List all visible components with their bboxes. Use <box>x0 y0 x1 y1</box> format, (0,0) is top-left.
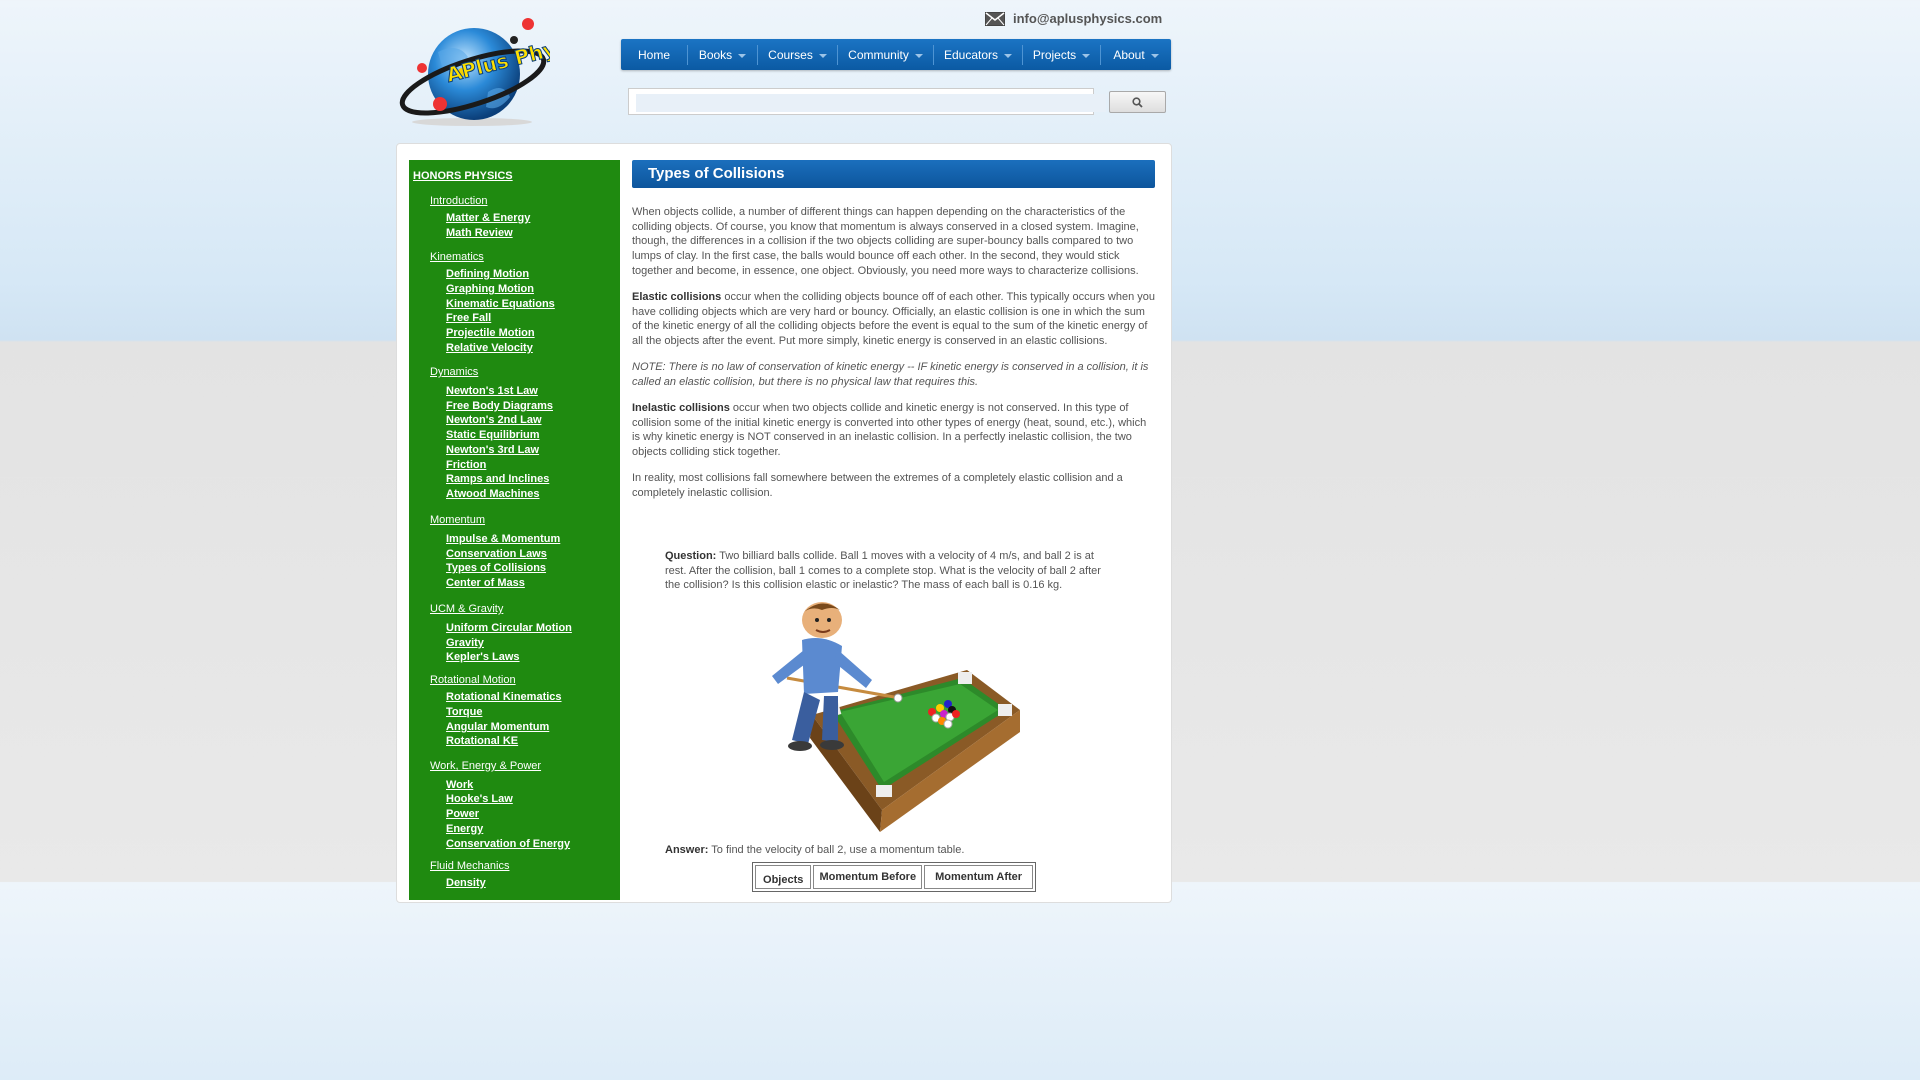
elastic-paragraph: Elastic collisions occur when the collid… <box>632 290 1155 349</box>
note-text: NOTE: There is no law of conservation of… <box>632 361 1149 388</box>
sidebar-title-link[interactable]: HONORS PHYSICS <box>413 170 513 182</box>
nav-home[interactable]: Home <box>621 44 688 65</box>
sidebar-link[interactable]: Newton's 2nd Law <box>446 414 542 426</box>
sidebar-link[interactable]: Conservation Laws <box>446 548 547 560</box>
sidebar-link[interactable]: Uniform Circular Motion <box>446 622 572 634</box>
dropdown-caret-icon <box>1082 54 1091 58</box>
sidebar-link[interactable]: Impulse & Momentum <box>446 533 560 545</box>
cue-ball <box>893 693 903 703</box>
sidebar-link[interactable]: Work <box>446 779 473 791</box>
sidebar-section-work-energy-power[interactable]: Work, Energy & Power <box>430 760 541 772</box>
nav-label: Books <box>698 47 733 62</box>
nav-label: About <box>1113 47 1145 62</box>
nav-books[interactable]: Books <box>688 44 758 65</box>
search-button[interactable] <box>1109 91 1166 113</box>
sidebar-section-introduction[interactable]: Introduction <box>430 195 487 207</box>
email-link[interactable]: info@aplusphysics.com <box>1013 11 1162 26</box>
dropdown-caret-icon <box>914 54 923 58</box>
sidebar-link[interactable]: Hooke's Law <box>446 793 513 805</box>
sidebar-link[interactable]: Projectile Motion <box>446 327 535 339</box>
sidebar-section-dynamics[interactable]: Dynamics <box>430 366 478 378</box>
sidebar-link[interactable]: Math Review <box>446 227 513 239</box>
table-header-momentum-before: Momentum Before <box>813 865 923 889</box>
inelastic-term: Inelastic collisions <box>632 402 730 414</box>
search-icon <box>1132 96 1143 108</box>
sidebar-section-fluid-mechanics[interactable]: Fluid Mechanics <box>430 860 509 872</box>
sidebar-link[interactable]: Energy <box>446 823 483 835</box>
sidebar-link[interactable]: Rotational KE <box>446 735 518 747</box>
email-contact[interactable]: info@aplusphysics.com <box>985 11 1162 26</box>
sidebar-link[interactable]: Density <box>446 877 486 889</box>
question-text: Two billiard balls collide. Ball 1 moves… <box>665 550 1101 592</box>
answer-paragraph: Answer: To find the velocity of ball 2, … <box>665 843 1110 858</box>
billiards-illustration <box>762 600 1024 832</box>
nav-label: Projects <box>1032 47 1077 62</box>
envelope-icon <box>985 11 1005 26</box>
page-title: Types of Collisions <box>648 165 785 182</box>
nav-label: Courses <box>768 47 813 62</box>
sidebar-link[interactable]: Kinematic Equations <box>446 298 555 310</box>
intro-paragraph: When objects collide, a number of differ… <box>632 206 1139 277</box>
page-title-bar: Types of Collisions <box>632 160 1155 188</box>
dropdown-caret-icon <box>818 54 827 58</box>
question-paragraph: Question: Two billiard balls collide. Ba… <box>665 549 1110 593</box>
search-box <box>628 88 1106 115</box>
sidebar-section-momentum[interactable]: Momentum <box>430 514 485 526</box>
sidebar-section-ucm-gravity[interactable]: UCM & Gravity <box>430 603 503 615</box>
nav-label: Community <box>848 47 909 62</box>
nav-label: Educators <box>943 47 999 62</box>
sidebar-link[interactable]: Gravity <box>446 637 484 649</box>
nav-label: Home <box>637 47 670 62</box>
table-header-objects: Objects <box>755 865 812 889</box>
momentum-table: Objects Momentum Before Momentum After <box>752 862 1036 892</box>
sidebar-link[interactable]: Torque <box>446 706 482 718</box>
sidebar-link[interactable]: Ramps and Inclines <box>446 473 549 485</box>
sidebar-link[interactable]: Newton's 3rd Law <box>446 444 539 456</box>
dropdown-caret-icon <box>1150 54 1159 58</box>
nav-educators[interactable]: Educators <box>934 44 1023 65</box>
sidebar-link-active[interactable]: Types of Collisions <box>446 562 546 574</box>
dropdown-caret-icon <box>1004 54 1013 58</box>
nav-about[interactable]: About <box>1101 45 1171 65</box>
site-logo[interactable]: APlus Physics .com <box>398 11 659 128</box>
elastic-term: Elastic collisions <box>632 291 722 303</box>
sidebar-link[interactable]: Atwood Machines <box>446 488 540 500</box>
sidebar-link[interactable]: Free Fall <box>446 312 491 324</box>
main-navigation: Home Books Courses Community Educators P… <box>621 39 1171 70</box>
sidebar-link[interactable]: Power <box>446 808 479 820</box>
nav-projects[interactable]: Projects <box>1023 44 1101 65</box>
sidebar-link[interactable]: Rotational Kinematics <box>446 691 562 703</box>
sidebar-link[interactable]: Conservation of Energy <box>446 838 570 850</box>
table-header-momentum-after: Momentum After <box>924 865 1033 889</box>
inelastic-paragraph: Inelastic collisions occur when two obje… <box>632 401 1155 460</box>
sidebar-link[interactable]: Free Body Diagrams <box>446 400 553 412</box>
sidebar-link[interactable]: Static Equilibrium <box>446 429 540 441</box>
nav-courses[interactable]: Courses <box>758 44 838 65</box>
sidebar-link[interactable]: Newton's 1st Law <box>446 385 538 397</box>
search-input[interactable] <box>636 94 1106 112</box>
sidebar-section-kinematics[interactable]: Kinematics <box>430 251 484 263</box>
sidebar-link[interactable]: Center of Mass <box>446 577 525 589</box>
sidebar-link[interactable]: Relative Velocity <box>446 342 533 354</box>
sidebar-section-rotational-motion[interactable]: Rotational Motion <box>430 674 516 686</box>
sidebar-link[interactable]: Matter & Energy <box>446 212 530 224</box>
sidebar-link[interactable]: Kepler's Laws <box>446 651 520 663</box>
question-label: Question: <box>665 550 717 562</box>
sidebar-link[interactable]: Graphing Motion <box>446 283 534 295</box>
answer-text: To find the velocity of ball 2, use a mo… <box>708 844 965 856</box>
reality-paragraph: In reality, most collisions fall somewhe… <box>632 472 1123 499</box>
sidebar-link[interactable]: Angular Momentum <box>446 721 549 733</box>
sidebar-link[interactable]: Defining Motion <box>446 268 529 280</box>
note-paragraph: NOTE: There is no law of conservation of… <box>632 360 1155 389</box>
dropdown-caret-icon <box>738 54 747 58</box>
nav-community[interactable]: Community <box>838 44 934 65</box>
answer-label: Answer: <box>665 844 709 856</box>
sidebar-link[interactable]: Friction <box>446 459 486 471</box>
